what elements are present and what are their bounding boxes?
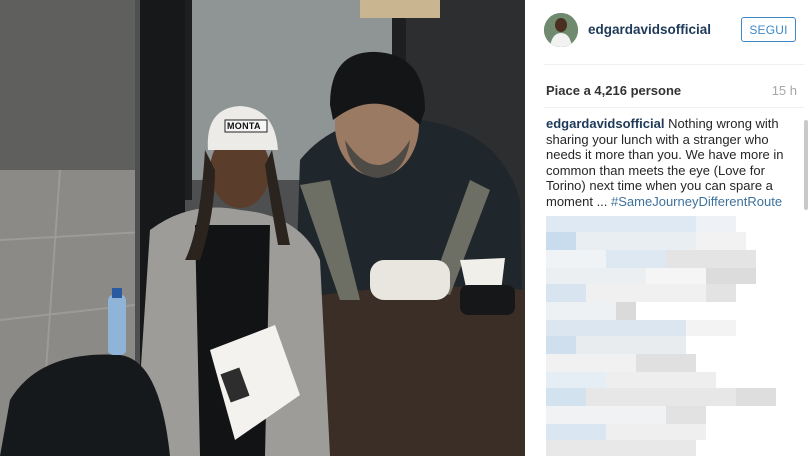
avatar-image [544,13,578,47]
likes-count[interactable]: Piace a 4,216 persone [546,83,681,98]
comments-scrollbar[interactable] [804,120,808,210]
pixelated-comments-image [546,216,776,456]
post-header: edgardavidsofficial SEGUI [525,0,810,60]
blurred-comments [546,216,786,456]
caption-hashtag-link[interactable]: #SameJourneyDifferentRoute [611,194,782,209]
post-sidebar: edgardavidsofficial SEGUI Piace a 4,216 … [525,0,810,456]
post-caption: edgardavidsofficial Nothing wrong with s… [546,116,801,210]
follow-button[interactable]: SEGUI [741,17,796,42]
post-photo[interactable]: MONTA [0,0,525,456]
post-time[interactable]: 15 h [772,83,797,98]
meta-divider [544,107,804,108]
cap-logo-text: MONTA [227,121,261,131]
username-link[interactable]: edgardavidsofficial [588,22,711,37]
avatar[interactable] [544,13,578,47]
caption-username-link[interactable]: edgardavidsofficial [546,116,664,131]
header-divider [544,64,804,65]
